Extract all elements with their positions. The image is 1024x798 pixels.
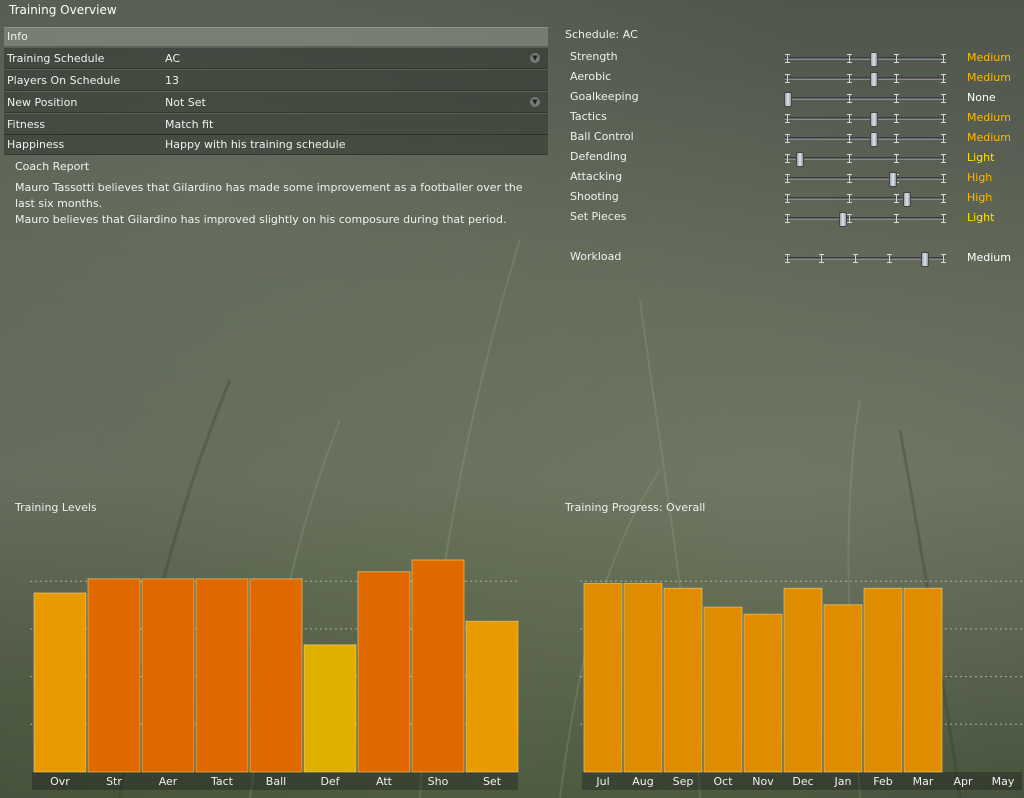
chart-tick-label: Dec — [792, 775, 814, 788]
chart-tick-label: Sep — [672, 775, 694, 788]
chart-bar — [33, 592, 87, 773]
chart-bar — [303, 644, 357, 773]
chart-bar — [663, 587, 703, 773]
chart-bar — [357, 571, 411, 773]
chart-bar — [623, 583, 663, 773]
chart-bar — [87, 578, 141, 773]
chart-tick-label: Str — [106, 775, 122, 788]
chart-tick-label: May — [991, 775, 1015, 788]
chart-tick-label: Ball — [265, 775, 287, 788]
chart-tick-label: Aer — [158, 775, 178, 788]
chart-tick-label: Nov — [752, 775, 774, 788]
chart-bar — [583, 583, 623, 773]
chart-tick-label: Mar — [912, 775, 934, 788]
chart-tick-label: Oct — [713, 775, 733, 788]
chart-bar — [863, 587, 903, 773]
chart-bar — [703, 606, 743, 773]
chart-tick-label: Aug — [632, 775, 654, 788]
chart-tick-label: Jan — [834, 775, 852, 788]
chart-bar — [783, 587, 823, 773]
chart-bar — [823, 604, 863, 773]
chart-tick-label: Att — [376, 775, 392, 788]
chart-tick-label: Tact — [211, 775, 233, 788]
chart-bar — [195, 578, 249, 773]
chart-tick-label: Apr — [953, 775, 973, 788]
chart-tick-label: Set — [482, 775, 502, 788]
charts-canvas — [30, 559, 1024, 790]
chart-bar — [903, 587, 943, 773]
chart-bar — [141, 578, 195, 773]
chart-bar — [465, 620, 519, 773]
chart-tick-label: Ovr — [50, 775, 70, 788]
chart-tick-label: Def — [320, 775, 340, 788]
chart-tick-label: Feb — [873, 775, 893, 788]
chart-bar — [743, 613, 783, 773]
chart-tick-label: Sho — [427, 775, 449, 788]
chart-bar — [411, 559, 465, 773]
chart-bar — [249, 578, 303, 773]
chart-tick-label: Jul — [596, 775, 610, 788]
